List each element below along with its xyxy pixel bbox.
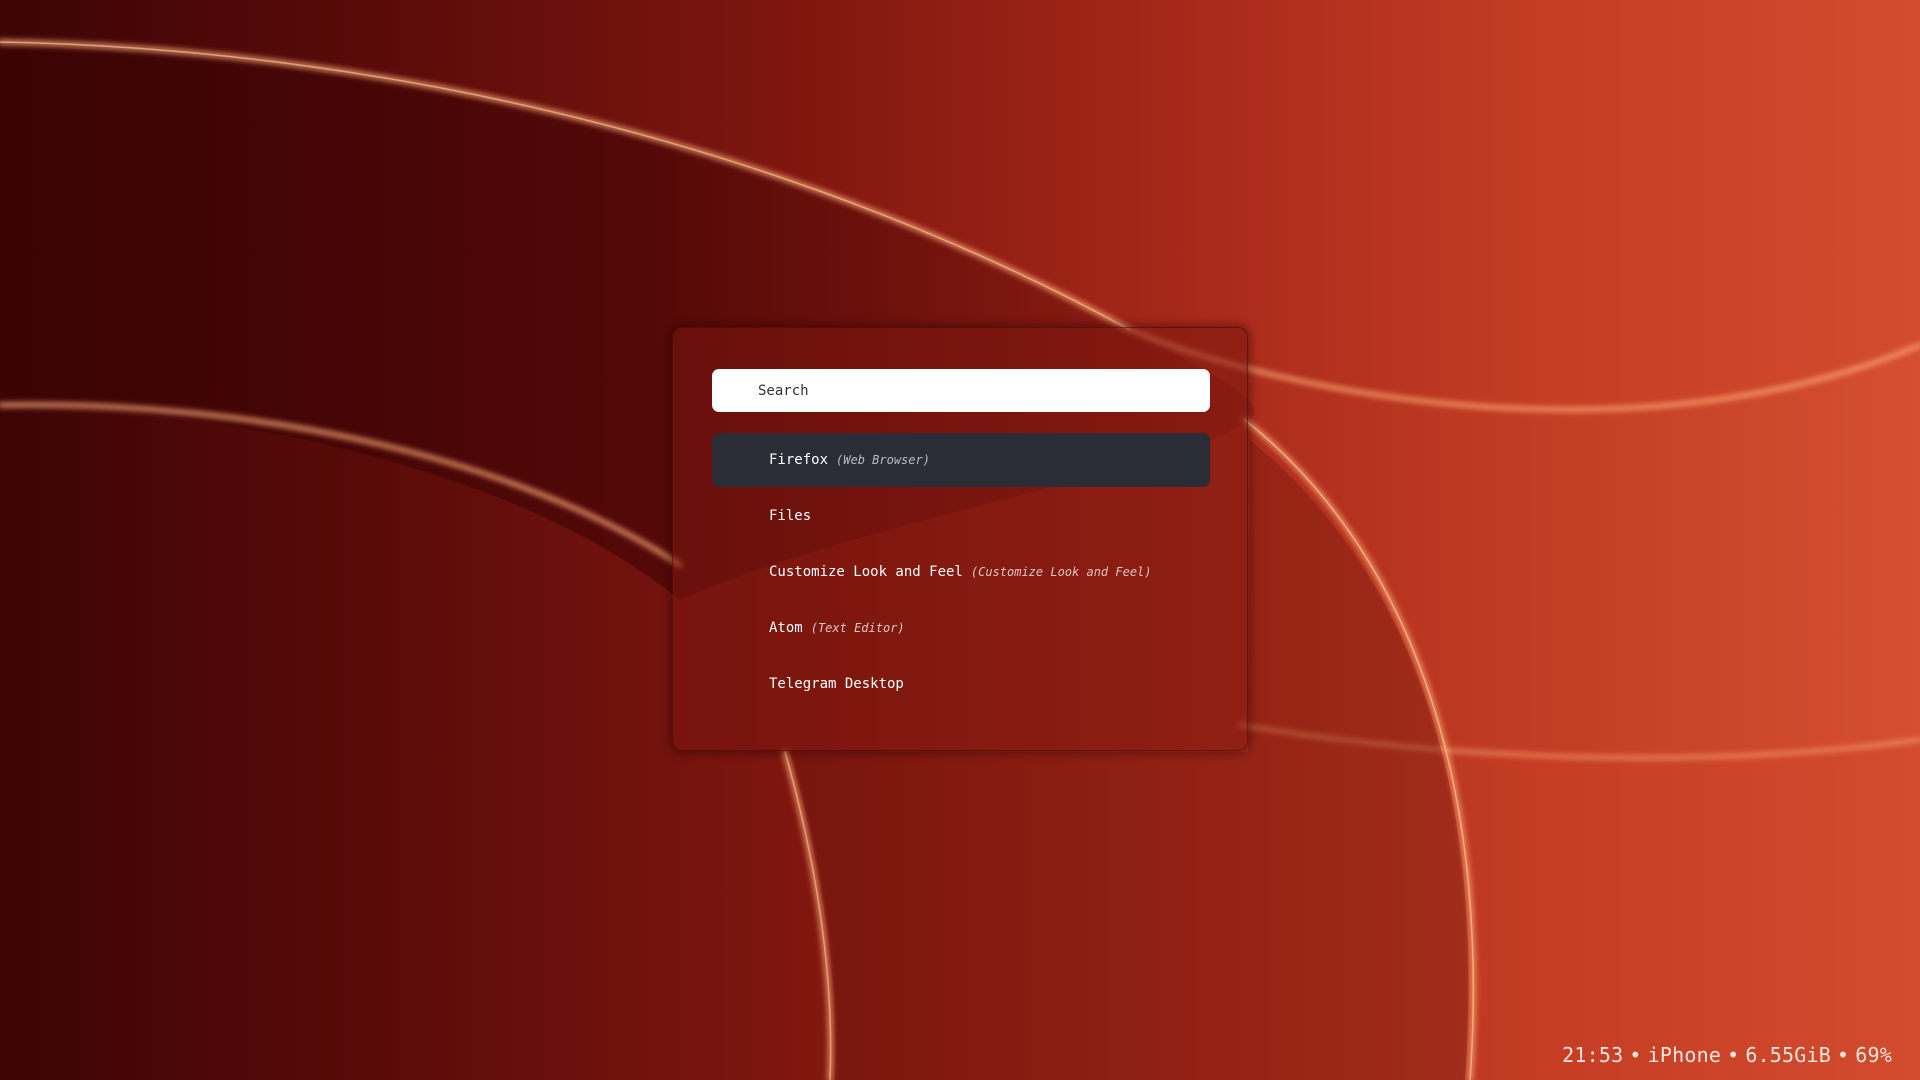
result-item-firefox[interactable]: Firefox (Web Browser) — [712, 433, 1210, 487]
status-separator: • — [1837, 1043, 1850, 1067]
result-item-name: Telegram Desktop — [769, 676, 904, 692]
status-time: 21:53 — [1562, 1043, 1624, 1067]
search-input[interactable] — [712, 369, 1210, 412]
result-item-name: Firefox — [769, 452, 829, 468]
result-item-description: (Text Editor) — [810, 621, 905, 635]
app-launcher-window: Firefox (Web Browser) Files Customize Lo… — [672, 327, 1248, 751]
result-item-customize-look-and-feel[interactable]: Customize Look and Feel (Customize Look … — [712, 545, 1210, 599]
result-item-atom[interactable]: Atom (Text Editor) — [712, 601, 1210, 655]
status-device: iPhone — [1647, 1043, 1722, 1067]
status-battery: 69% — [1855, 1043, 1892, 1067]
result-item-name: Files — [769, 508, 812, 524]
status-bar: 21:53 • iPhone • 6.55GiB • 69% — [1562, 1043, 1892, 1067]
status-separator: • — [1727, 1043, 1740, 1067]
status-separator: • — [1629, 1043, 1642, 1067]
result-item-name: Atom — [769, 620, 803, 636]
status-memory: 6.55GiB — [1745, 1043, 1832, 1067]
result-item-description: (Web Browser) — [836, 453, 930, 467]
results-list: Firefox (Web Browser) Files Customize Lo… — [712, 433, 1210, 713]
result-item-name: Customize Look and Feel — [769, 564, 963, 580]
result-item-telegram-desktop[interactable]: Telegram Desktop — [712, 657, 1210, 711]
result-item-description: (Customize Look and Feel) — [970, 565, 1152, 579]
result-item-files[interactable]: Files — [712, 489, 1210, 543]
